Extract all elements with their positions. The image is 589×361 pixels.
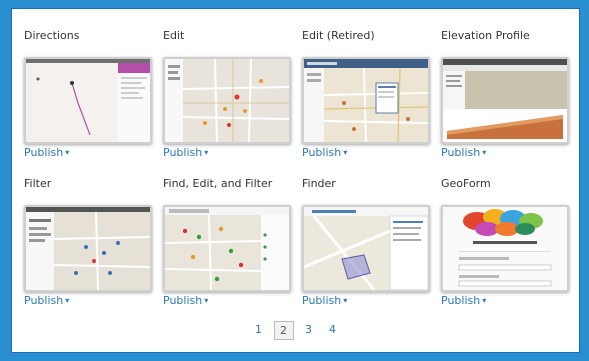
chevron-down-icon: ▾: [343, 148, 348, 157]
edit-thumbnail-image: [165, 59, 289, 142]
publish-dropdown[interactable]: Publish ▾: [163, 146, 208, 159]
template-title: Directions: [24, 29, 80, 42]
publish-dropdown[interactable]: Publish ▾: [24, 146, 69, 159]
page-3-link[interactable]: 3: [300, 321, 318, 340]
template-tile-directions: Directions Publish ▾: [22, 29, 161, 177]
template-tile-elevation-profile: Elevation Profile Publish ▾: [439, 29, 578, 177]
template-tile-filter: Filter Publish ▾: [22, 177, 161, 325]
publish-label: Publish: [441, 146, 481, 159]
template-grid: Directions Publish ▾ Edit Publish ▾ Edit…: [22, 29, 577, 309]
template-tile-edit: Edit Publish ▾: [161, 29, 300, 177]
finder-thumbnail-image: [304, 207, 428, 290]
filter-thumbnail-image: [26, 207, 150, 290]
publish-label: Publish: [163, 146, 203, 159]
chevron-down-icon: ▾: [204, 148, 209, 157]
elevation-profile-thumbnail-image: [443, 59, 567, 142]
publish-dropdown[interactable]: Publish ▾: [441, 294, 486, 307]
chevron-down-icon: ▾: [204, 296, 209, 305]
publish-dropdown[interactable]: Publish ▾: [24, 294, 69, 307]
template-thumbnail[interactable]: [24, 57, 152, 144]
page-4-link[interactable]: 4: [324, 321, 342, 340]
template-thumbnail[interactable]: [441, 205, 569, 292]
template-tile-edit-retired: Edit (Retired) Publish ▾: [300, 29, 439, 177]
template-thumbnail[interactable]: [302, 57, 430, 144]
chevron-down-icon: ▾: [65, 296, 70, 305]
publish-dropdown[interactable]: Publish ▾: [441, 146, 486, 159]
chevron-down-icon: ▾: [65, 148, 70, 157]
directions-thumbnail-image: [26, 59, 150, 142]
publish-dropdown[interactable]: Publish ▾: [163, 294, 208, 307]
publish-label: Publish: [24, 146, 64, 159]
publish-dropdown[interactable]: Publish ▾: [302, 146, 347, 159]
template-thumbnail[interactable]: [163, 57, 291, 144]
edit-retired-thumbnail-image: [304, 59, 428, 142]
template-thumbnail[interactable]: [441, 57, 569, 144]
chevron-down-icon: ▾: [482, 148, 487, 157]
template-thumbnail[interactable]: [302, 205, 430, 292]
publish-label: Publish: [441, 294, 481, 307]
template-tile-find-edit-filter: Find, Edit, and Filter Publish ▾: [161, 177, 300, 325]
publish-label: Publish: [24, 294, 64, 307]
template-title: Elevation Profile: [441, 29, 530, 42]
chevron-down-icon: ▾: [482, 296, 487, 305]
template-title: Find, Edit, and Filter: [163, 177, 273, 190]
template-title: Edit (Retired): [302, 29, 375, 42]
template-title: Filter: [24, 177, 52, 190]
find-edit-filter-thumbnail-image: [165, 207, 289, 290]
publish-dropdown[interactable]: Publish ▾: [302, 294, 347, 307]
page-1-link[interactable]: 1: [250, 321, 268, 340]
templates-gallery-panel: Directions Publish ▾ Edit Publish ▾ Edit…: [11, 8, 580, 353]
chevron-down-icon: ▾: [343, 296, 348, 305]
template-title: Finder: [302, 177, 336, 190]
template-title: Edit: [163, 29, 185, 42]
publish-label: Publish: [302, 294, 342, 307]
template-tile-geoform: GeoForm Publish ▾: [439, 177, 578, 325]
template-tile-finder: Finder Publish ▾: [300, 177, 439, 325]
page-2-current[interactable]: 2: [273, 321, 294, 340]
publish-label: Publish: [163, 294, 203, 307]
template-title: GeoForm: [441, 177, 491, 190]
publish-label: Publish: [302, 146, 342, 159]
geoform-thumbnail-image: [443, 207, 567, 290]
template-thumbnail[interactable]: [24, 205, 152, 292]
pagination: 1 2 3 4: [12, 321, 579, 340]
template-thumbnail[interactable]: [163, 205, 291, 292]
